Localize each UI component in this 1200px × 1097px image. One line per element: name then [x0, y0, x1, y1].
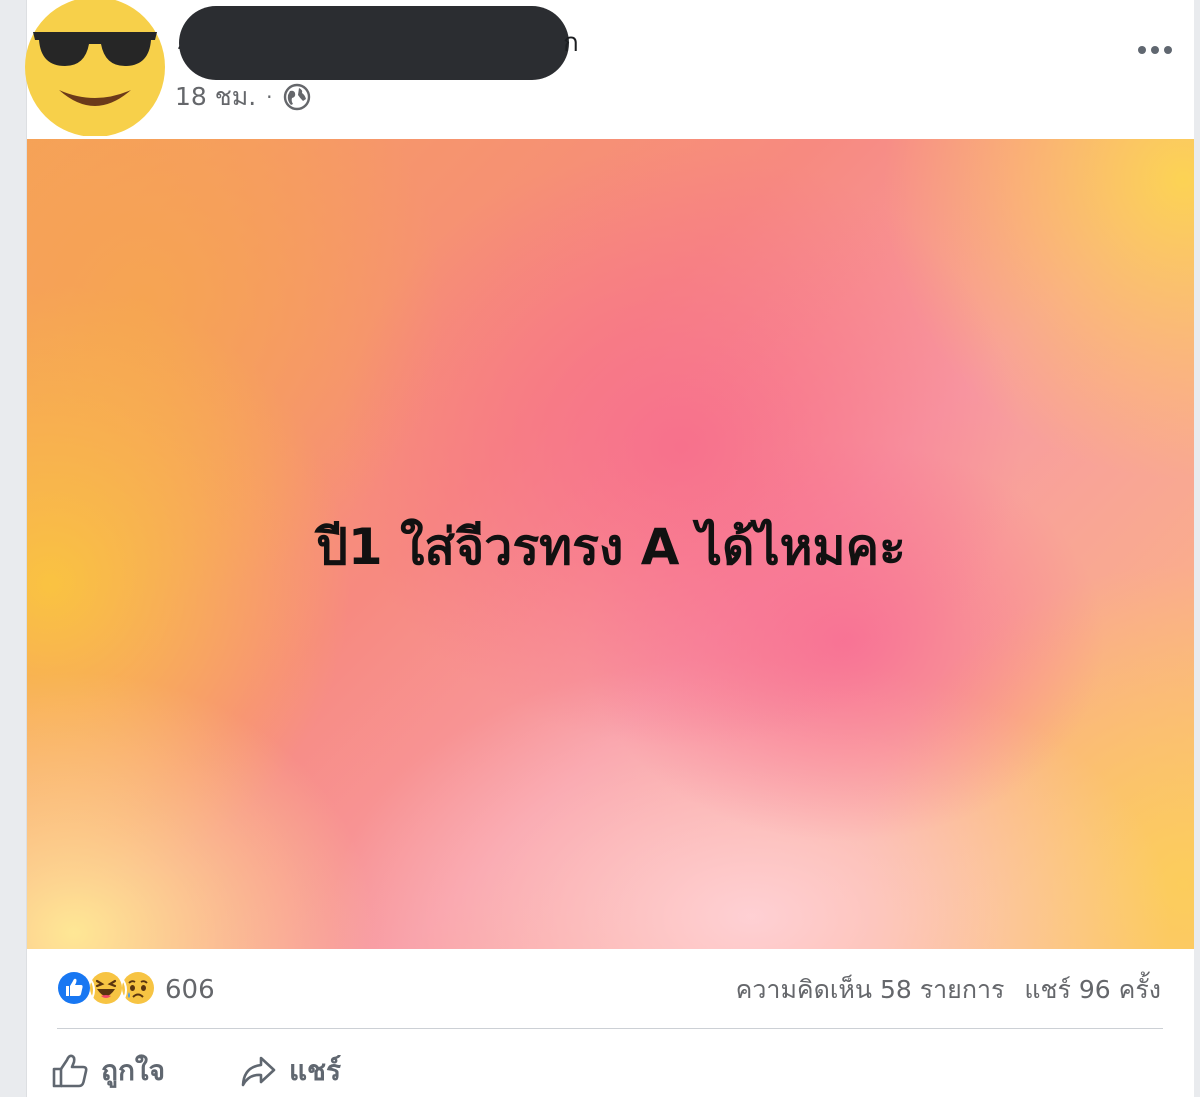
reactions-summary[interactable]: 606	[57, 971, 215, 1009]
share-button[interactable]: แชร์	[239, 1049, 341, 1093]
post-actions: ถูกใจ แชร์	[51, 1046, 415, 1096]
meta-separator: ·	[266, 85, 273, 109]
like-button-label: ถูกใจ	[101, 1054, 165, 1087]
like-button[interactable]: ถูกใจ	[51, 1049, 165, 1093]
sunglasses-emoji-icon	[25, 0, 165, 137]
post-card: ร ก 18 ชม. · ปี1 ใส่จีวรทรง A ได้ไหมคะ	[23, 0, 1195, 1097]
globe-icon[interactable]	[283, 83, 311, 111]
post-timestamp[interactable]: 18 ชม.	[175, 77, 256, 117]
post-text: ปี1 ใส่จีวรทรง A ได้ไหมคะ	[316, 518, 906, 576]
page-right-edge	[1194, 0, 1200, 1097]
post-meta: 18 ชม. ·	[175, 82, 311, 112]
post-options-button[interactable]	[1133, 36, 1177, 64]
author-name-redacted[interactable]	[179, 6, 569, 80]
share-arrow-icon	[241, 1056, 276, 1087]
like-reaction-icon	[57, 971, 95, 1009]
thumbs-up-icon	[52, 1054, 88, 1088]
author-avatar[interactable]	[23, 0, 167, 137]
reaction-count: 606	[165, 975, 215, 1005]
more-horizontal-icon	[1138, 46, 1172, 54]
author-name-tail: ก	[563, 28, 579, 58]
post-background[interactable]: ปี1 ใส่จีวรทรง A ได้ไหมคะ	[27, 139, 1195, 949]
share-count-link[interactable]: แชร์ 96 ครั้ง	[1024, 970, 1161, 1010]
actions-divider	[57, 1028, 1163, 1029]
comment-count-link[interactable]: ความคิดเห็น 58 รายการ	[736, 970, 1005, 1010]
share-button-label: แชร์	[288, 1054, 342, 1087]
engagement-stats: ความคิดเห็น 58 รายการ แชร์ 96 ครั้ง	[736, 972, 1161, 1008]
